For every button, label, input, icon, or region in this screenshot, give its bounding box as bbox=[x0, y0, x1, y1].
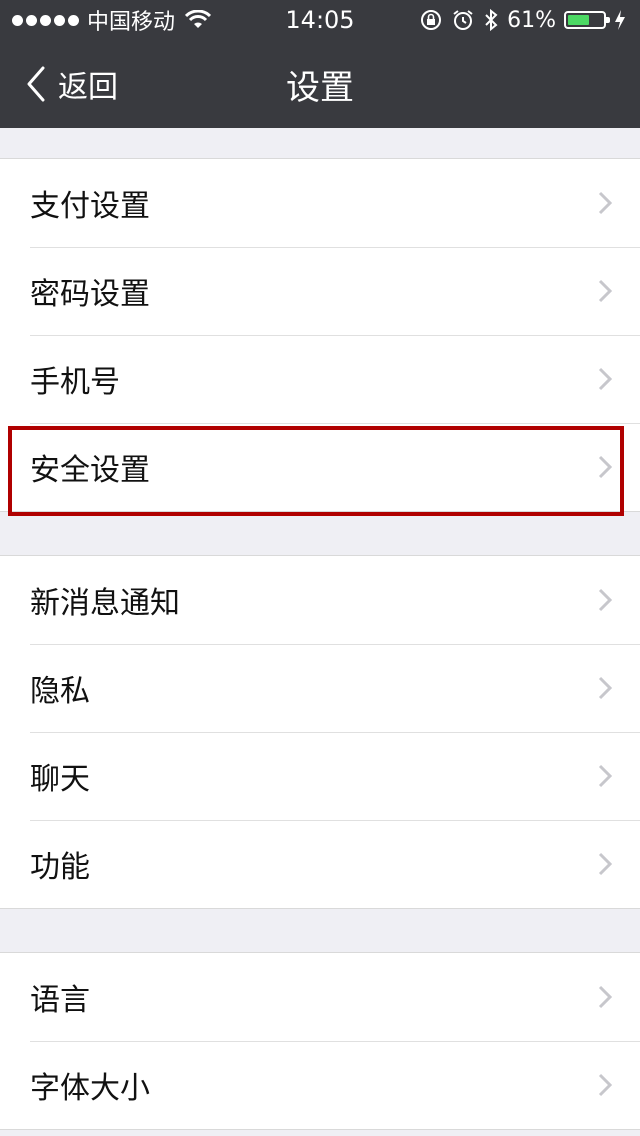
navigation-bar: 返回 设置 bbox=[0, 40, 640, 128]
settings-item-label: 新消息通知 bbox=[30, 586, 180, 621]
chevron-right-icon bbox=[598, 279, 612, 303]
battery-percent: 61% bbox=[507, 7, 556, 33]
settings-group-account: 支付设置 密码设置 手机号 安全设置 bbox=[0, 158, 640, 512]
settings-group-display: 语言 字体大小 bbox=[0, 952, 640, 1130]
chevron-right-icon bbox=[598, 1073, 612, 1097]
settings-item-label: 功能 bbox=[30, 850, 90, 885]
settings-item-features[interactable]: 功能 bbox=[0, 820, 640, 908]
settings-item-label: 聊天 bbox=[30, 762, 90, 797]
settings-item-label: 隐私 bbox=[30, 674, 90, 709]
settings-item-label: 字体大小 bbox=[30, 1071, 150, 1106]
settings-item-payment[interactable]: 支付设置 bbox=[0, 159, 640, 247]
top-bar: 中国移动 14:05 61% 返回 设置 bbox=[0, 0, 640, 128]
settings-item-label: 密码设置 bbox=[30, 277, 150, 312]
settings-item-label: 语言 bbox=[30, 983, 90, 1018]
settings-item-security[interactable]: 安全设置 bbox=[0, 423, 640, 511]
charging-icon bbox=[615, 10, 625, 30]
settings-group-general: 新消息通知 隐私 聊天 功能 bbox=[0, 555, 640, 909]
settings-item-privacy[interactable]: 隐私 bbox=[0, 644, 640, 732]
settings-item-font-size[interactable]: 字体大小 bbox=[0, 1041, 640, 1129]
settings-item-password[interactable]: 密码设置 bbox=[0, 247, 640, 335]
bluetooth-icon bbox=[485, 8, 498, 32]
chevron-right-icon bbox=[598, 985, 612, 1009]
battery-icon bbox=[564, 11, 610, 29]
settings-item-label: 安全设置 bbox=[30, 453, 150, 488]
chevron-right-icon bbox=[598, 455, 612, 479]
settings-item-notifications[interactable]: 新消息通知 bbox=[0, 556, 640, 644]
page-title: 设置 bbox=[286, 68, 354, 108]
settings-item-phone[interactable]: 手机号 bbox=[0, 335, 640, 423]
rotation-lock-icon bbox=[421, 10, 442, 30]
chevron-right-icon bbox=[598, 191, 612, 215]
chevron-right-icon bbox=[598, 676, 612, 700]
chevron-right-icon bbox=[598, 367, 612, 391]
settings-item-label: 支付设置 bbox=[30, 189, 150, 224]
alarm-icon bbox=[453, 10, 473, 30]
settings-item-label: 手机号 bbox=[30, 365, 120, 400]
chevron-right-icon bbox=[598, 852, 612, 876]
chevron-right-icon bbox=[598, 588, 612, 612]
status-right: 61% bbox=[419, 6, 626, 34]
settings-item-chat[interactable]: 聊天 bbox=[0, 732, 640, 820]
status-bar: 中国移动 14:05 61% bbox=[0, 0, 640, 40]
settings-item-language[interactable]: 语言 bbox=[0, 953, 640, 1041]
chevron-right-icon bbox=[598, 764, 612, 788]
